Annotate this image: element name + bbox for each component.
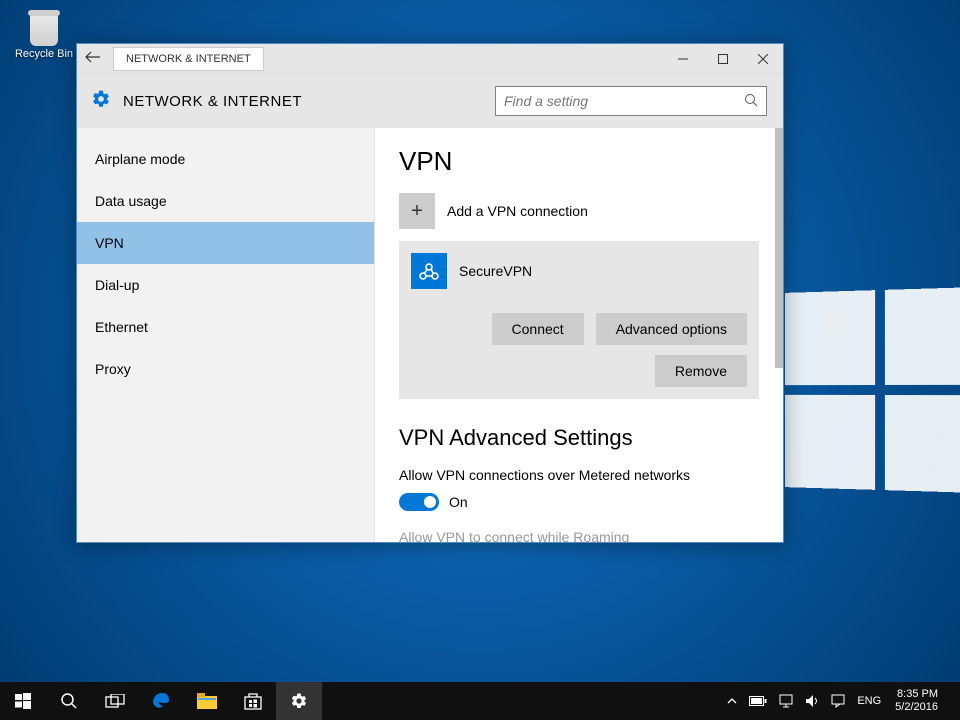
add-vpn-label: Add a VPN connection bbox=[447, 203, 588, 219]
wallpaper-windows-logo bbox=[785, 287, 960, 493]
clock[interactable]: 8:35 PM 5/2/2016 bbox=[887, 688, 946, 714]
header: NETWORK & INTERNET bbox=[77, 74, 783, 128]
network-icon[interactable] bbox=[773, 694, 799, 708]
settings-window: NETWORK & INTERNET NETWORK & INTERNET bbox=[76, 43, 784, 543]
remove-button[interactable]: Remove bbox=[655, 355, 747, 387]
vpn-entry[interactable]: SecureVPN Connect Advanced options Remov… bbox=[399, 241, 759, 399]
roaming-label-cutoff: Allow VPN to connect while Roaming bbox=[399, 529, 759, 542]
maximize-button[interactable] bbox=[703, 44, 743, 74]
sidebar-item-data-usage[interactable]: Data usage bbox=[77, 180, 374, 222]
section-title-advanced: VPN Advanced Settings bbox=[399, 425, 759, 451]
scrollbar-thumb[interactable] bbox=[775, 128, 783, 368]
desktop-wallpaper: Recycle Bin NETWORK & INTERNET bbox=[0, 0, 960, 720]
sidebar-item-ethernet[interactable]: Ethernet bbox=[77, 306, 374, 348]
language-indicator[interactable]: ENG bbox=[851, 695, 887, 707]
action-center-icon[interactable] bbox=[825, 694, 851, 708]
search-box[interactable] bbox=[495, 86, 767, 116]
start-button[interactable] bbox=[0, 682, 46, 720]
vpn-icon bbox=[411, 253, 447, 289]
advanced-options-button[interactable]: Advanced options bbox=[596, 313, 747, 345]
metered-toggle[interactable] bbox=[399, 493, 439, 511]
sidebar-item-proxy[interactable]: Proxy bbox=[77, 348, 374, 390]
plus-icon: + bbox=[399, 193, 435, 229]
window-tab-label: NETWORK & INTERNET bbox=[113, 47, 264, 71]
store-button[interactable] bbox=[230, 682, 276, 720]
section-title-vpn: VPN bbox=[399, 146, 759, 177]
titlebar[interactable]: NETWORK & INTERNET bbox=[77, 44, 783, 74]
add-vpn-connection[interactable]: + Add a VPN connection bbox=[399, 193, 759, 229]
main-content: VPN + Add a VPN connection SecureVPN Con… bbox=[374, 128, 783, 542]
edge-browser-button[interactable] bbox=[138, 682, 184, 720]
recycle-bin-icon bbox=[24, 6, 64, 46]
minimize-button[interactable] bbox=[663, 44, 703, 74]
recycle-bin[interactable]: Recycle Bin bbox=[14, 6, 74, 60]
search-input[interactable] bbox=[504, 93, 744, 109]
sidebar: Airplane mode Data usage VPN Dial-up Eth… bbox=[77, 128, 374, 542]
sidebar-item-dial-up[interactable]: Dial-up bbox=[77, 264, 374, 306]
clock-date: 5/2/2016 bbox=[895, 701, 938, 714]
search-icon bbox=[744, 93, 758, 110]
vpn-name: SecureVPN bbox=[459, 263, 532, 279]
task-view-button[interactable] bbox=[92, 682, 138, 720]
back-button[interactable] bbox=[77, 50, 109, 67]
battery-icon[interactable] bbox=[743, 696, 773, 706]
close-button[interactable] bbox=[743, 44, 783, 74]
tray-chevron-icon[interactable] bbox=[721, 696, 743, 706]
sidebar-item-vpn[interactable]: VPN bbox=[77, 222, 374, 264]
sidebar-item-airplane-mode[interactable]: Airplane mode bbox=[77, 138, 374, 180]
metered-toggle-label: On bbox=[449, 494, 468, 510]
gear-icon bbox=[91, 89, 123, 114]
file-explorer-button[interactable] bbox=[184, 682, 230, 720]
system-tray: ENG 8:35 PM 5/2/2016 bbox=[721, 682, 960, 720]
connect-button[interactable]: Connect bbox=[492, 313, 584, 345]
search-button[interactable] bbox=[46, 682, 92, 720]
clock-time: 8:35 PM bbox=[895, 688, 938, 701]
metered-label: Allow VPN connections over Metered netwo… bbox=[399, 467, 759, 483]
recycle-bin-label: Recycle Bin bbox=[14, 48, 74, 60]
volume-icon[interactable] bbox=[799, 694, 825, 708]
header-title: NETWORK & INTERNET bbox=[123, 93, 302, 110]
taskbar: ENG 8:35 PM 5/2/2016 bbox=[0, 682, 960, 720]
settings-app-button[interactable] bbox=[276, 682, 322, 720]
